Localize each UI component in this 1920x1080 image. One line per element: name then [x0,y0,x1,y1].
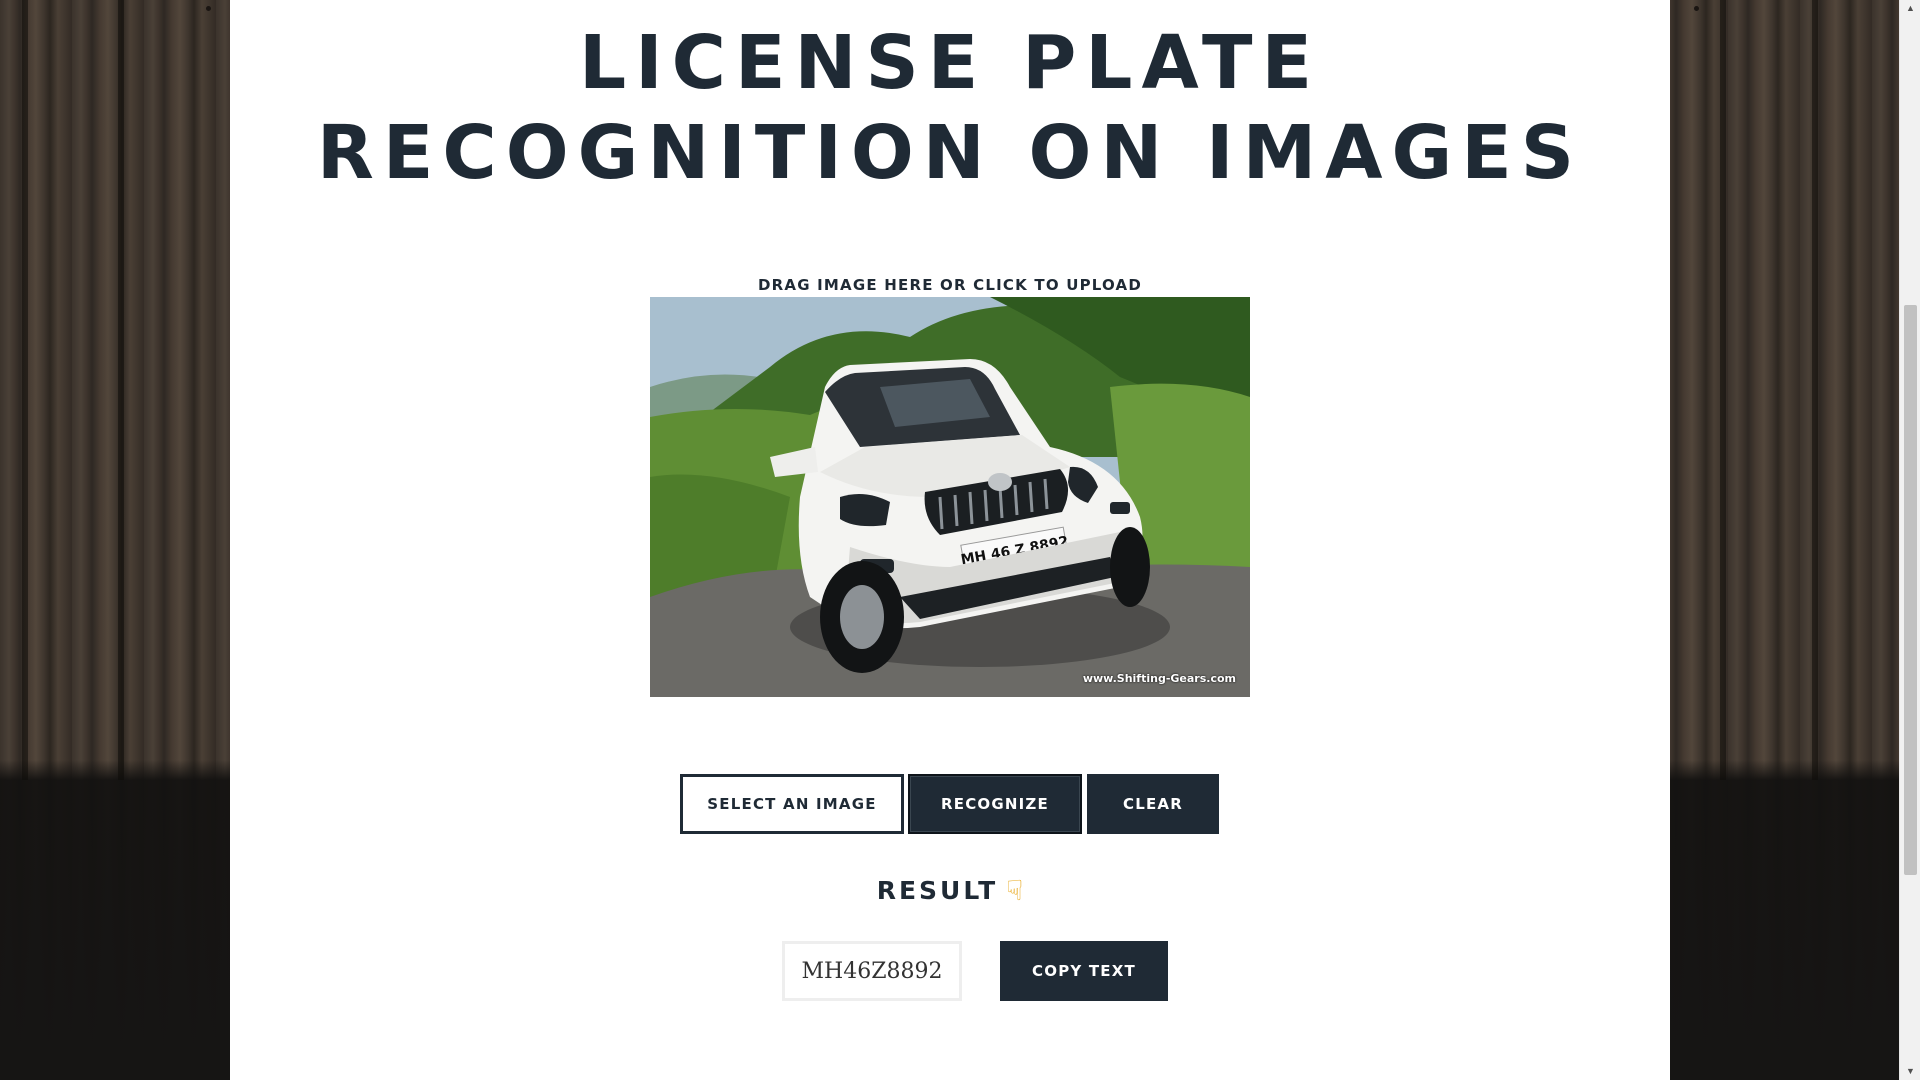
clear-button[interactable]: CLEAR [1087,774,1219,834]
upload-hint[interactable]: DRAG IMAGE HERE OR CLICK TO UPLOAD [230,276,1670,294]
triangle-up-icon[interactable]: ▲ [1900,0,1920,17]
recognize-button[interactable]: RECOGNIZE [908,774,1082,834]
select-image-button[interactable]: SELECT AN IMAGE [680,774,904,834]
pointing-down-hand-icon: ☟ [1006,874,1024,907]
result-heading: RESULT ☟ [230,874,1670,907]
title-line-1: LICENSE PLATE [578,20,1322,106]
vertical-scrollbar[interactable]: ▲ ▼ [1899,0,1920,1080]
copy-text-button[interactable]: COPY TEXT [1000,941,1168,1001]
content-panel: LICENSE PLATE RECOGNITION ON IMAGES DRAG… [230,0,1670,1080]
result-text-field[interactable] [782,941,962,1001]
title-line-2: RECOGNITION ON IMAGES [316,110,1584,196]
uploaded-car-photo: MH 46 Z 8892 [650,297,1250,697]
triangle-down-icon[interactable]: ▼ [1900,1063,1920,1080]
scrollbar-thumb[interactable] [1904,305,1917,875]
image-dropzone[interactable]: MH 46 Z 8892 www.Shifting-Gears.com [650,297,1250,697]
page-title: LICENSE PLATE RECOGNITION ON IMAGES [230,18,1670,198]
photo-watermark: www.Shifting-Gears.com [1082,672,1236,685]
result-heading-label: RESULT [876,876,999,905]
